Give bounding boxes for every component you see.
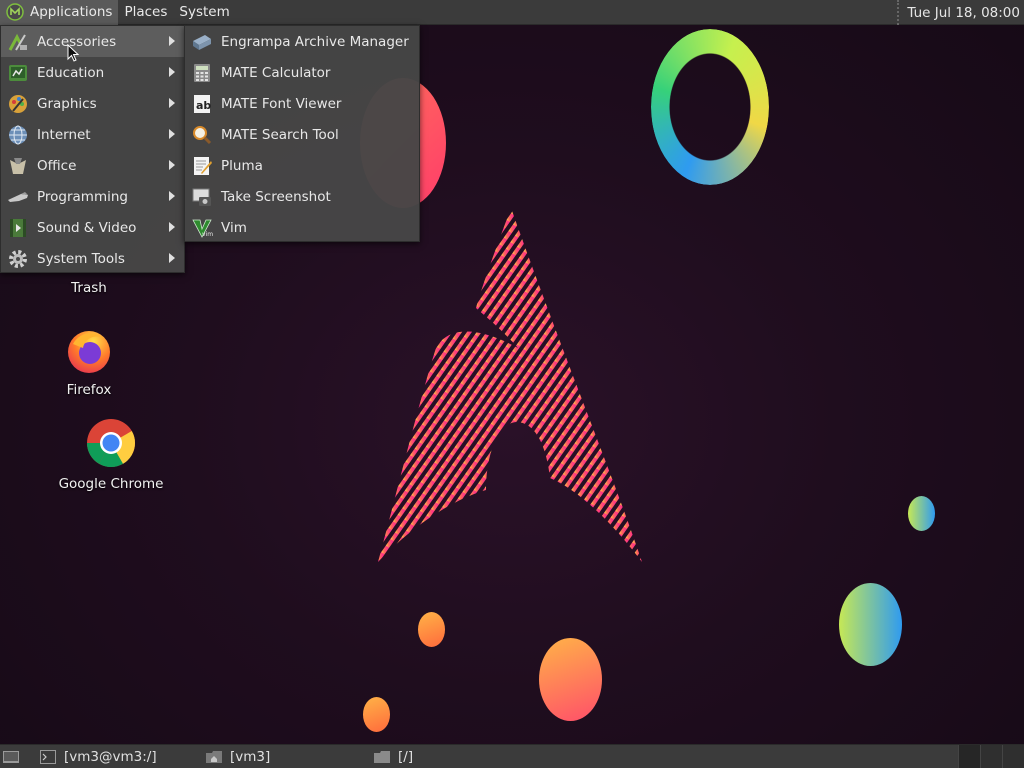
system-tools-icon bbox=[7, 248, 29, 270]
menu-item-label: MATE Calculator bbox=[221, 64, 331, 81]
accessories-submenu: Engrampa Archive Manager MATE Calculator… bbox=[184, 25, 420, 242]
menu-item-office[interactable]: Office bbox=[1, 150, 184, 181]
menu-item-label: Graphics bbox=[37, 95, 97, 112]
desktop-icon-firefox[interactable]: Firefox bbox=[56, 326, 122, 398]
svg-text:ab: ab bbox=[196, 99, 211, 112]
applications-menu-label: Applications bbox=[30, 4, 113, 20]
wallpaper-dot bbox=[418, 612, 445, 647]
menu-item-label: Internet bbox=[37, 126, 91, 143]
submenu-arrow-icon bbox=[169, 191, 175, 201]
taskbar-label: [vm3@vm3:/] bbox=[64, 748, 157, 765]
menu-item-label: Sound & Video bbox=[37, 219, 137, 236]
menu-item-graphics[interactable]: Graphics bbox=[1, 88, 184, 119]
menu-item-vim[interactable]: vim Vim bbox=[185, 212, 419, 243]
taskbar-home-folder[interactable]: [vm3] bbox=[200, 745, 368, 768]
submenu-arrow-icon bbox=[169, 222, 175, 232]
accessories-icon bbox=[7, 31, 29, 53]
menu-item-accessories[interactable]: Accessories bbox=[1, 26, 184, 57]
taskbar-label: [vm3] bbox=[230, 748, 271, 765]
wallpaper-dot bbox=[839, 583, 902, 666]
graphics-icon bbox=[7, 93, 29, 115]
clock-text: Tue Jul 18, 08:00 bbox=[907, 4, 1020, 21]
folder-icon bbox=[374, 750, 390, 763]
menu-item-internet[interactable]: Internet bbox=[1, 119, 184, 150]
menu-item-mate-font-viewer[interactable]: ab MATE Font Viewer bbox=[185, 88, 419, 119]
wallpaper-dot bbox=[539, 638, 602, 721]
taskbar-root-folder[interactable]: [/] bbox=[368, 745, 488, 768]
submenu-arrow-icon bbox=[169, 160, 175, 170]
internet-icon bbox=[7, 124, 29, 146]
sound-video-icon bbox=[7, 217, 29, 239]
submenu-arrow-icon bbox=[169, 67, 175, 77]
submenu-arrow-icon bbox=[169, 253, 175, 263]
mate-logo-icon bbox=[6, 3, 24, 21]
places-menu[interactable]: Places bbox=[118, 0, 173, 25]
menu-item-label: System Tools bbox=[37, 250, 125, 267]
menu-item-pluma[interactable]: Pluma bbox=[185, 150, 419, 181]
wallpaper-dot bbox=[363, 697, 390, 732]
desktop-icon-label: Google Chrome bbox=[58, 476, 164, 492]
top-panel: Applications Places System Tue Jul 18, 0… bbox=[0, 0, 1024, 25]
clock[interactable]: Tue Jul 18, 08:00 bbox=[897, 0, 1020, 25]
menu-item-education[interactable]: Education bbox=[1, 57, 184, 88]
menu-item-label: Pluma bbox=[221, 157, 263, 174]
menu-item-system-tools[interactable]: System Tools bbox=[1, 243, 184, 274]
submenu-arrow-icon bbox=[169, 98, 175, 108]
taskbar-label: [/] bbox=[398, 748, 414, 765]
wallpaper-ring bbox=[651, 29, 769, 185]
taskbar-terminal[interactable]: [vm3@vm3:/] bbox=[34, 745, 190, 768]
workspace-3[interactable] bbox=[1002, 745, 1024, 768]
home-folder-icon bbox=[206, 750, 222, 763]
menu-item-label: Education bbox=[37, 64, 105, 81]
svg-text:vim: vim bbox=[202, 231, 213, 238]
chrome-icon bbox=[86, 419, 136, 468]
menu-item-sound-video[interactable]: Sound & Video bbox=[1, 212, 184, 243]
programming-icon bbox=[7, 186, 29, 208]
archive-manager-icon bbox=[191, 31, 213, 53]
menu-item-label: Office bbox=[37, 157, 77, 174]
places-menu-label: Places bbox=[124, 4, 168, 20]
terminal-icon bbox=[40, 749, 56, 764]
wallpaper-dot bbox=[908, 496, 935, 531]
desktop-icon-label: Firefox bbox=[66, 382, 112, 398]
system-menu-label: System bbox=[179, 4, 230, 20]
desktop-icon-label: Trash bbox=[71, 280, 107, 296]
menu-item-label: Vim bbox=[221, 219, 247, 236]
desktop-icon-google-chrome[interactable]: Google Chrome bbox=[58, 418, 164, 492]
arch-logo-wallpaper bbox=[378, 208, 642, 562]
menu-item-mate-calculator[interactable]: MATE Calculator bbox=[185, 57, 419, 88]
mouse-cursor-icon bbox=[67, 44, 79, 62]
text-editor-icon bbox=[191, 155, 213, 177]
menu-item-engrampa[interactable]: Engrampa Archive Manager bbox=[185, 26, 419, 57]
applications-menu[interactable]: Applications bbox=[0, 0, 119, 25]
menu-item-label: MATE Search Tool bbox=[221, 126, 339, 143]
system-menu[interactable]: System bbox=[173, 0, 235, 25]
font-viewer-icon: ab bbox=[191, 93, 213, 115]
desktop-icon-trash[interactable]: Trash bbox=[62, 276, 116, 296]
bottom-panel: [vm3@vm3:/] [vm3] [/] bbox=[0, 744, 1024, 768]
show-desktop-button[interactable] bbox=[0, 745, 22, 768]
submenu-arrow-icon bbox=[169, 129, 175, 139]
search-tool-icon bbox=[191, 124, 213, 146]
menu-item-label: Programming bbox=[37, 188, 128, 205]
firefox-icon bbox=[68, 331, 110, 373]
menu-item-label: Take Screenshot bbox=[221, 188, 331, 205]
education-icon bbox=[7, 62, 29, 84]
menu-item-programming[interactable]: Programming bbox=[1, 181, 184, 212]
menu-item-label: Engrampa Archive Manager bbox=[221, 33, 409, 50]
calculator-icon bbox=[191, 62, 213, 84]
workspace-2[interactable] bbox=[980, 745, 1002, 768]
show-desktop-icon bbox=[3, 750, 19, 763]
screenshot-icon bbox=[191, 186, 213, 208]
vim-icon: vim bbox=[191, 217, 213, 239]
submenu-arrow-icon bbox=[169, 36, 175, 46]
applications-dropdown: Accessories Education Graphics Internet … bbox=[0, 25, 185, 273]
menu-item-label: MATE Font Viewer bbox=[221, 95, 342, 112]
menu-item-take-screenshot[interactable]: Take Screenshot bbox=[185, 181, 419, 212]
workspace-1[interactable] bbox=[958, 745, 980, 768]
office-icon bbox=[7, 155, 29, 177]
menu-item-mate-search-tool[interactable]: MATE Search Tool bbox=[185, 119, 419, 150]
workspace-switcher bbox=[958, 745, 1024, 768]
